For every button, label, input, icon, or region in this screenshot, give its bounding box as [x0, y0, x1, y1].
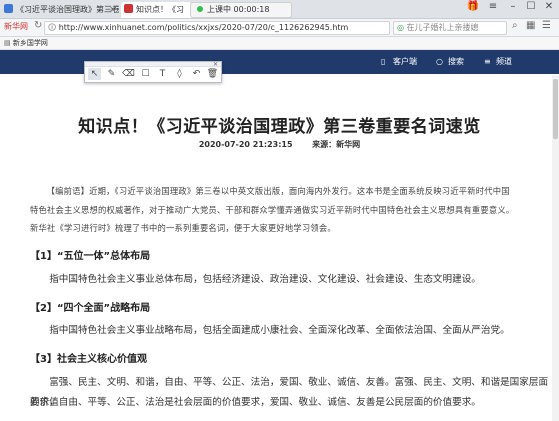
trash-icon[interactable]: 🗑: [206, 68, 219, 80]
search-engine-icon: ◎: [397, 23, 404, 32]
pen-icon[interactable]: ✎: [105, 68, 118, 80]
text-icon[interactable]: T: [156, 68, 169, 80]
close-icon[interactable]: ✕: [213, 61, 218, 68]
drawing-toolbar: ✕ ↖ ✎ ⌫ ☐ T ◊ ↶ 🗑: [84, 61, 222, 83]
search-link[interactable]: 搜索: [448, 50, 464, 74]
tab-label: 知识点！《习: [136, 5, 184, 14]
section-paragraph: 指中国特色社会主义事业总体布局，包括经济建设、政治建设、文化建设、社会建设、生态…: [49, 274, 481, 285]
menu-icon: ≡: [484, 57, 491, 66]
eraser-icon[interactable]: ⌫: [122, 68, 135, 80]
lead-line: 特色社会主义思想的权威著作，对于推动广大党员、干部和群众学懂弄通做实习近平新时代…: [30, 204, 515, 215]
recording-indicator[interactable]: 上课中 00:00:18: [190, 2, 292, 18]
address-bar: 新华网 ↻ 🛈 http://www.xinhuanet.com/politic…: [0, 19, 559, 37]
recording-dot-icon: [197, 6, 203, 12]
browser-tab-active[interactable]: 知识点！《习: [121, 2, 191, 18]
site-tag: 新华网: [4, 22, 28, 31]
section-heading: 【1】“五位一体”总体布局: [30, 251, 151, 262]
undo-icon[interactable]: ↶: [190, 68, 203, 80]
section-heading: 【2】“四个全面”战略布局: [30, 303, 151, 314]
page-icon: [124, 4, 133, 13]
search-icon[interactable]: ⌕: [512, 20, 518, 31]
page-title: 知识点！《习近平谈治国理政》第三卷重要名词速览: [78, 117, 481, 137]
refresh-icon[interactable]: ↻: [34, 20, 42, 31]
recording-label: 上课中 00:00:18: [207, 5, 270, 14]
url-text: http://www.xinhuanet.com/politics/xxjxs/…: [58, 23, 349, 32]
editor-note: 【编前语】近期，《习近平谈治国理政》第三卷以中英文版出版，面向海内外发行。这本书…: [30, 182, 550, 238]
url-field[interactable]: 🛈 http://www.xinhuanet.com/politics/xxjx…: [44, 21, 390, 35]
toolbar-drag-handle[interactable]: [85, 62, 221, 67]
section-paragraph: 指中国特色社会主义事业战略布局，包括全面建成小康社会、全面深化改革、全面依法治国…: [49, 325, 510, 336]
search-field[interactable]: ◎ 在儿子婚礼上亲搂媳: [393, 21, 507, 35]
maximize-icon[interactable]: ☐: [524, 1, 538, 12]
phone-icon: ▯: [381, 57, 386, 66]
highlighter-icon[interactable]: ◊: [173, 68, 186, 80]
bookmark-item[interactable]: 新乡国学网: [13, 39, 48, 47]
hamburger-icon[interactable]: ≡: [486, 1, 500, 12]
article-meta: 2020-07-20 21:23:15 来源：新华网: [0, 139, 559, 150]
article-source: 来源：新华网: [312, 140, 361, 149]
minimize-icon[interactable]: –: [506, 1, 520, 12]
close-icon[interactable]: ✕: [109, 2, 116, 18]
scrollbar-thumb[interactable]: [553, 79, 558, 139]
menu-icon[interactable]: ☰: [542, 20, 551, 31]
gift-icon[interactable]: 🎁: [466, 1, 480, 12]
channels-link[interactable]: 频道: [496, 50, 512, 74]
grid-icon[interactable]: ▦: [526, 20, 535, 31]
lock-icon: 🛈: [48, 23, 57, 32]
bookmarks-bar: ▤ 新乡国学网: [0, 37, 559, 50]
rectangle-icon[interactable]: ☐: [139, 68, 152, 80]
close-window-icon[interactable]: ✕: [542, 1, 556, 12]
client-link[interactable]: 客户端: [393, 50, 417, 74]
publish-date: 2020-07-20 21:23:15: [198, 140, 293, 149]
section-paragraph: 要求，自由、平等、公正、法治是社会层面的价值要求，爱国、敬业、诚信、友善是公民层…: [30, 397, 481, 408]
section-heading: 【3】社会主义核心价值观: [30, 354, 147, 365]
vertical-scrollbar[interactable]: [552, 75, 559, 421]
folder-icon: ▤: [4, 39, 11, 47]
lead-line: 新华社《学习进行时》梳理了书中的一系列重要名词，便于大家更好地学习领会。: [30, 223, 336, 233]
lead-line: 【编前语】近期，《习近平谈治国理政》第三卷以中英文版出版，面向海内外发行。这本书…: [46, 186, 510, 196]
search-icon: ○: [436, 57, 443, 66]
tab-strip: 《习近平谈治国理政》第三卷 ✕ 知识点！《习 上课中 00:00:18 🎁 ≡ …: [0, 0, 559, 19]
browser-tab[interactable]: 《习近平谈治国理政》第三卷 ✕: [4, 2, 119, 18]
search-suggestion: 在儿子婚礼上亲搂媳: [406, 23, 479, 32]
tab-label: 《习近平谈治国理政》第三卷: [16, 5, 119, 14]
page-icon: [4, 4, 13, 13]
cursor-icon[interactable]: ↖: [88, 68, 101, 80]
